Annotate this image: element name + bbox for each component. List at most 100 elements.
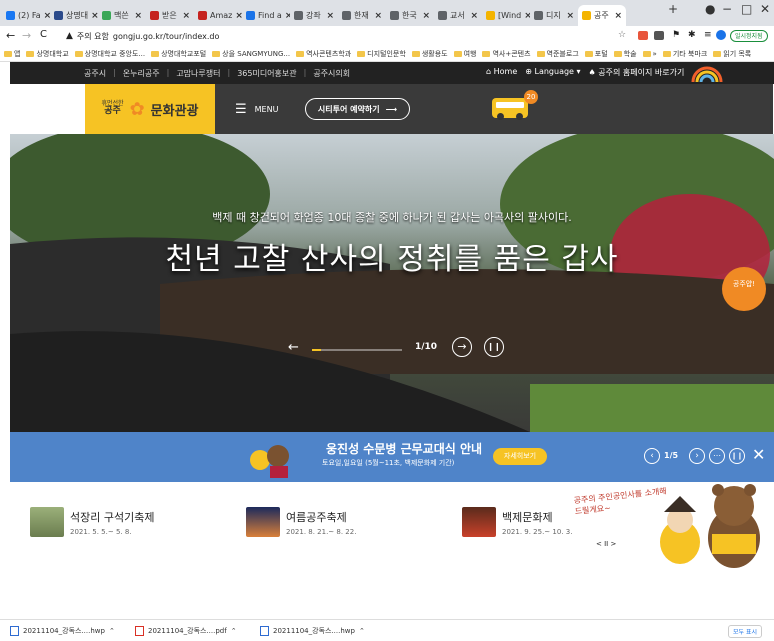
forward-icon[interactable]: → (22, 29, 31, 42)
browser-tab[interactable]: 교서 × (434, 5, 482, 26)
bookmark-item[interactable]: 기타 북마크 (662, 49, 707, 59)
url-field[interactable]: ▲ 주의 요함 gongju.go.kr/tour/index.do (66, 29, 666, 43)
tab-close-icon[interactable]: × (566, 11, 574, 21)
reading-list-icon[interactable]: ≡ (704, 30, 712, 40)
chevron-up-icon[interactable]: ⌃ (231, 627, 237, 635)
browser-tab[interactable]: 상명대 × (50, 5, 98, 26)
avatar[interactable] (716, 30, 726, 40)
bookmark-item[interactable]: 상을 SANGMYUNG... (212, 49, 290, 59)
util-link[interactable]: 365미디어홍보관 (237, 68, 296, 79)
back-icon[interactable]: ← (6, 29, 15, 42)
notice-next-button[interactable]: › (689, 448, 705, 464)
festival-date: 2021. 8. 21.~ 8. 22. (286, 527, 357, 536)
citytour-bus-icon[interactable] (492, 98, 528, 120)
language-selector[interactable]: ⊕ Language ▾ (525, 67, 580, 78)
maximize-button[interactable]: □ (741, 2, 752, 16)
util-link[interactable]: 고맙나루쟁터 (176, 68, 220, 79)
festival-item[interactable]: 백제문화제 2021. 9. 25.~ 10. 3. (462, 507, 572, 537)
download-item[interactable]: 20211104_강독스....pdf ⌃ (135, 625, 250, 636)
tab-close-icon[interactable]: × (235, 11, 242, 21)
tab-close-icon[interactable]: × (422, 11, 430, 21)
bookmark-item[interactable]: 생활용도 (411, 49, 448, 59)
file-icon (260, 625, 269, 636)
download-item[interactable]: 20211104_강독스....hwp ⌃ (260, 625, 375, 636)
prev-slide-button[interactable]: ← (288, 340, 299, 355)
download-item[interactable]: 20211104_강독스....hwp ⌃ (10, 625, 125, 636)
mascot-quick-badge[interactable]: 공주얍! (722, 267, 766, 311)
folder-icon (357, 50, 366, 57)
chevron-up-icon[interactable]: ⌃ (109, 627, 115, 635)
browser-tab[interactable]: 강좌 × (290, 5, 338, 26)
extensions-icon[interactable]: ✱ (688, 30, 696, 40)
tab-close-icon[interactable]: × (374, 11, 382, 21)
notice-prev-button[interactable]: ‹ (644, 448, 660, 464)
bookmark-item[interactable]: 역사+콘텐츠 (482, 49, 531, 59)
notice-detail-button[interactable]: 자세히보기 (493, 448, 547, 465)
browser-tab[interactable]: [Wind × (482, 5, 530, 26)
util-link[interactable]: 공주시의회 (313, 68, 350, 79)
bookmark-item[interactable]: » (642, 50, 657, 58)
site-logo[interactable]: 휴먼선한 공주 ✿ 문화관광 (85, 84, 215, 134)
notice-pause-button[interactable]: ❙❙ (729, 448, 745, 464)
festival-item[interactable]: 여름공주축제 2021. 8. 21.~ 8. 22. (246, 507, 356, 537)
festival-item[interactable]: 석장리 구석기축제 2021. 5. 5.~ 5. 8. (30, 507, 154, 537)
bookmark-item[interactable]: 디지털인문학 (357, 49, 406, 59)
tab-close-icon[interactable]: × (614, 11, 622, 21)
util-link[interactable]: 온누리공주 (123, 68, 160, 79)
util-link[interactable]: 공주시 (84, 68, 106, 79)
tab-close-icon[interactable]: × (134, 11, 142, 21)
menu-button[interactable]: ☰ MENU (235, 102, 278, 117)
browser-tab[interactable]: 한재 × (338, 5, 386, 26)
home-link[interactable]: ⌂ Home (486, 67, 517, 78)
bookmark-item[interactable]: 상명대학교 중앙도... (74, 49, 145, 59)
notice-close-icon[interactable]: ✕ (752, 445, 765, 464)
browser-tab[interactable]: 받은 × (146, 5, 194, 26)
mascot-pager[interactable]: < II > (596, 540, 616, 548)
mascot-illustration (246, 440, 292, 478)
close-window-button[interactable]: ✕ (760, 2, 770, 16)
bookmark-item[interactable]: 앱 (4, 49, 20, 59)
bookmark-star-icon[interactable]: ☆ (618, 30, 626, 40)
bookmark-item[interactable]: 역사콘텐츠학과 (296, 49, 351, 59)
bookmark-item[interactable]: 학술 (613, 49, 637, 59)
bookmark-item[interactable]: 상명대학교포털 (151, 49, 206, 59)
tab-close-icon[interactable]: × (182, 11, 190, 21)
browser-tab-strip: (2) Fa × 상명대 × 맥쓴 × 받은 × Amaz × Find a × 강좌 × 한재 × 한국 × 교서… (0, 0, 774, 26)
festival-thumbnail (462, 507, 496, 537)
tab-favicon-icon (6, 11, 15, 20)
browser-tab[interactable]: (2) Fa × (2, 5, 50, 26)
flower-logo-icon: ✿ (129, 98, 145, 120)
extension-icon[interactable] (654, 31, 664, 40)
profile-icon[interactable]: ● (705, 2, 715, 16)
citytour-booking-button[interactable]: 시티투어 예약하기 ⟶ (305, 98, 410, 120)
tab-close-icon[interactable]: × (470, 11, 478, 21)
minimize-button[interactable]: − (722, 2, 732, 16)
browser-tab[interactable]: Find a × (242, 5, 290, 26)
bookmark-item[interactable]: 포털 (584, 49, 608, 59)
browser-tab[interactable]: 한국 × (386, 5, 434, 26)
pause-slide-button[interactable]: ❙❙ (484, 337, 504, 357)
tab-close-icon[interactable]: × (91, 11, 98, 21)
bookmark-item[interactable]: 역준블로그 (536, 49, 579, 59)
bookmark-item[interactable]: 읽기 목록 (713, 49, 751, 59)
bookmark-item[interactable]: 상명대학교 (26, 49, 69, 59)
puzzle-icon[interactable]: ⚑ (672, 30, 680, 40)
show-all-downloads-button[interactable]: 모두 표시 (728, 625, 762, 638)
browser-tab[interactable]: 디지 × (530, 5, 578, 26)
browser-tab[interactable]: Amaz × (194, 5, 242, 26)
profile-status-badge[interactable]: 일시정지됨 (730, 30, 768, 42)
browser-tab[interactable]: 맥쓴 × (98, 5, 146, 26)
gongju-shortcut-link[interactable]: ♠ 공주의 홈페이지 바로가기 (589, 67, 685, 78)
downloads-bar: 20211104_강독스....hwp ⌃ 20211104_강독스....pd… (0, 619, 774, 641)
folder-icon (584, 50, 593, 57)
next-slide-button[interactable]: → (452, 337, 472, 357)
extension-icon[interactable] (638, 31, 648, 40)
bookmark-item[interactable]: 여행 (453, 49, 476, 59)
tab-close-icon[interactable]: × (326, 11, 334, 21)
new-tab-button[interactable]: + (668, 2, 678, 16)
browser-tab[interactable]: 공주 × (578, 5, 626, 26)
folder-icon (74, 50, 83, 57)
reload-icon[interactable]: C (40, 29, 47, 40)
notice-more-button[interactable]: ⋯ (709, 448, 725, 464)
chevron-up-icon[interactable]: ⌃ (359, 627, 365, 635)
